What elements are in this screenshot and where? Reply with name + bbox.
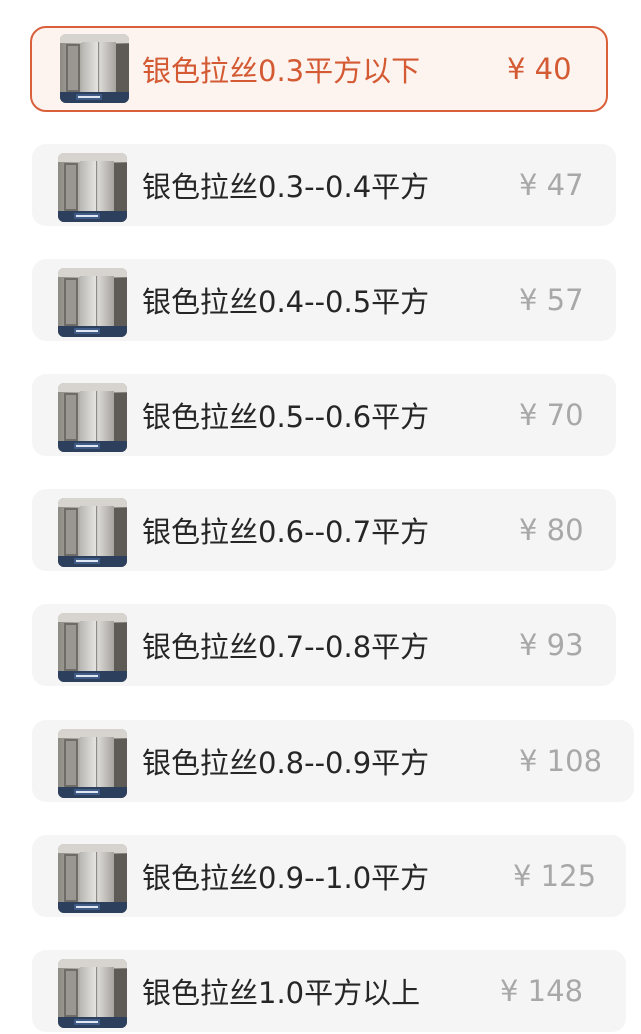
sku-option-3[interactable]: 银色拉丝0.5--0.6平方 ¥ 70: [32, 374, 616, 456]
sku-option-0[interactable]: 银色拉丝0.3平方以下 ¥ 40: [30, 26, 608, 112]
sku-option-6[interactable]: 银色拉丝0.8--0.9平方 ¥ 108: [32, 720, 634, 802]
product-thumbnail: [58, 844, 127, 913]
option-label: 银色拉丝1.0平方以上: [142, 976, 421, 1010]
option-price: ¥ 93: [519, 628, 584, 662]
product-thumbnail: [58, 383, 127, 452]
sku-option-list: 银色拉丝0.3平方以下 ¥ 40 银色拉丝0.3--0.4平方 ¥ 47 银色拉…: [0, 0, 641, 1034]
sku-option-5[interactable]: 银色拉丝0.7--0.8平方 ¥ 93: [32, 604, 616, 686]
option-label: 银色拉丝0.5--0.6平方: [142, 400, 430, 434]
sku-option-1[interactable]: 银色拉丝0.3--0.4平方 ¥ 47: [32, 144, 616, 226]
product-thumbnail: [58, 268, 127, 337]
option-label: 银色拉丝0.6--0.7平方: [142, 515, 430, 549]
option-label: 银色拉丝0.3平方以下: [142, 54, 421, 88]
option-label: 银色拉丝0.4--0.5平方: [142, 285, 430, 319]
option-price: ¥ 125: [513, 859, 597, 893]
option-price: ¥ 47: [519, 168, 584, 202]
option-price: ¥ 57: [519, 283, 584, 317]
sku-option-7[interactable]: 银色拉丝0.9--1.0平方 ¥ 125: [32, 835, 626, 917]
sku-option-2[interactable]: 银色拉丝0.4--0.5平方 ¥ 57: [32, 259, 616, 341]
product-thumbnail: [60, 34, 129, 103]
product-thumbnail: [58, 498, 127, 567]
sku-option-8[interactable]: 银色拉丝1.0平方以上 ¥ 148: [32, 950, 626, 1032]
option-price: ¥ 148: [500, 974, 584, 1008]
option-price: ¥ 80: [519, 513, 584, 547]
product-thumbnail: [58, 729, 127, 798]
option-price: ¥ 40: [507, 52, 572, 86]
option-label: 银色拉丝0.3--0.4平方: [142, 170, 430, 204]
product-thumbnail: [58, 153, 127, 222]
product-thumbnail: [58, 613, 127, 682]
product-thumbnail: [58, 959, 127, 1028]
option-label: 银色拉丝0.8--0.9平方: [142, 746, 430, 780]
sku-option-4[interactable]: 银色拉丝0.6--0.7平方 ¥ 80: [32, 489, 616, 571]
option-label: 银色拉丝0.9--1.0平方: [142, 861, 430, 895]
option-label: 银色拉丝0.7--0.8平方: [142, 630, 430, 664]
option-price: ¥ 108: [519, 744, 603, 778]
option-price: ¥ 70: [519, 398, 584, 432]
